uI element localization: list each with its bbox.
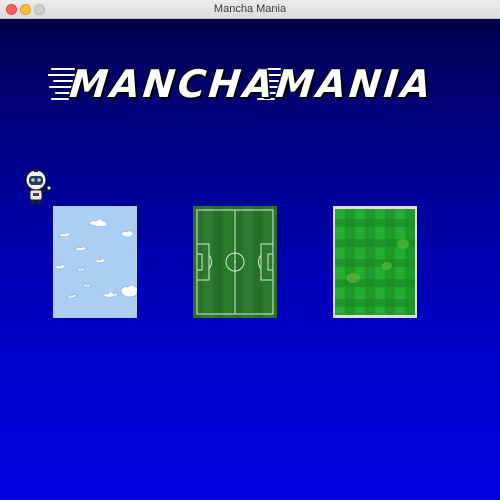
sky-clouds-thumbnail [53,206,137,318]
game-title-text: MANCHAMANIA [67,62,437,106]
window-title: Mancha Mania [213,3,287,15]
game-canvas: MANCHAMANIA [0,19,500,500]
game-logo: MANCHAMANIA [48,59,458,109]
robot-icon [25,169,52,204]
grass-thumbnail [333,206,417,318]
soccer-field-thumbnail [193,206,277,318]
level-tile-grass[interactable] [333,206,417,318]
level-tile-sky[interactable] [53,206,137,318]
level-tile-soccer-field[interactable] [193,206,277,318]
app-window: Mancha Mania MANCHAMANIA [0,0,500,500]
title-bar: Mancha Mania [0,0,500,19]
